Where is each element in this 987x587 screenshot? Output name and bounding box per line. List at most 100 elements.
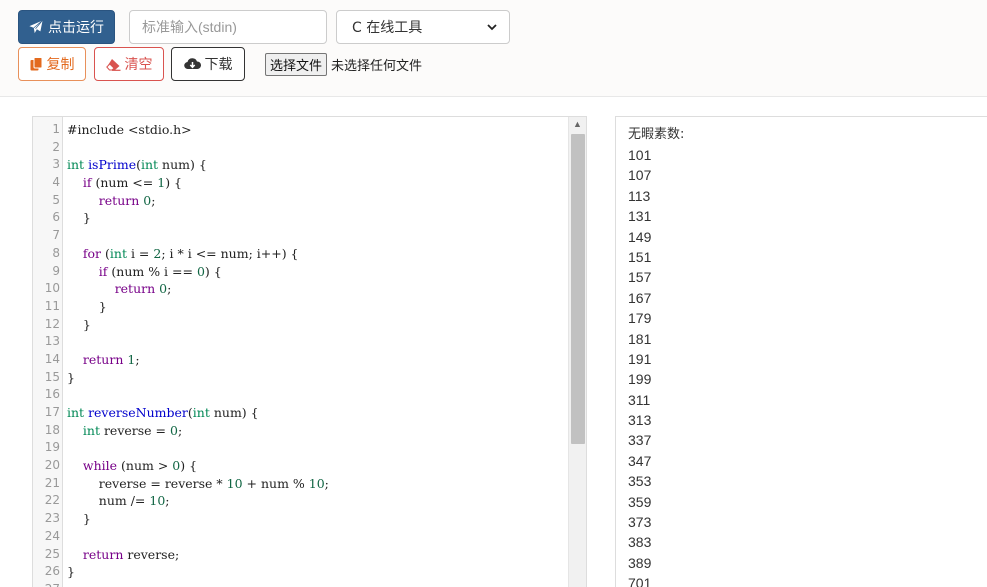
code-line: 15} [33, 369, 568, 387]
file-input: 选择文件 未选择任何文件 [265, 53, 422, 76]
code-line: 17 int reverseNumber(int num) { [33, 404, 568, 422]
code-text: #include <stdio.h> [67, 122, 192, 137]
output-line: 191 [628, 350, 652, 367]
output-line: 359 [628, 493, 652, 510]
code-line: 12 } [33, 316, 568, 334]
toolbar: 点击运行 C 在线工具 复制 清空 下载 选择文件 未选择任何文件 [0, 0, 987, 97]
output-panel: 无暇素数: 101 107 113 131 149 151 157 167 179 181 191 1… [615, 116, 987, 587]
code-line: 3 int isPrime(int num) { [33, 156, 568, 174]
output-line: 373 [628, 514, 652, 531]
code-text: if (num <= 1) { [82, 175, 182, 191]
line-number: 2 [52, 139, 60, 154]
clear-button-label: 清空 [124, 57, 153, 73]
code-text: } [67, 298, 107, 314]
line-number: 15 [44, 369, 60, 384]
code-text: return 0; [114, 281, 172, 297]
output-line: 179 [628, 310, 652, 327]
code-line: 23 } [33, 510, 568, 528]
line-number: 9 [52, 263, 60, 278]
copy-icon [30, 57, 42, 71]
line-number: 12 [44, 316, 60, 331]
clear-button[interactable]: 清空 [94, 47, 164, 81]
output-title: 无暇素数: [628, 127, 685, 142]
choose-file-button[interactable]: 选择文件 [265, 53, 328, 76]
code-line: 27 [33, 581, 568, 587]
output-line: 199 [628, 371, 652, 388]
language-select-value: C 在线工具 [352, 20, 423, 36]
file-status-text: 未选择任何文件 [331, 59, 423, 74]
language-select[interactable]: C 在线工具 [336, 10, 510, 44]
code-line: 21 reverse = reverse * 10 + num % 10; [33, 475, 568, 493]
code-text: reverse = reverse * 10 + num % 10; [67, 475, 329, 491]
output-line: 157 [628, 269, 652, 286]
output-lines: 101 107 113 131 149 151 157 167 179 181 191 199 311 3… [628, 145, 987, 587]
line-number: 18 [44, 422, 60, 437]
code-line: 1 #include <stdio.h> [33, 121, 568, 139]
output-line: 101 [628, 147, 652, 163]
line-number: 16 [44, 387, 60, 402]
code-line: 4 if (num <= 1) { [33, 174, 568, 192]
download-button[interactable]: 下载 [171, 47, 245, 81]
output-line: 347 [628, 452, 652, 469]
code-line: 10 return 0; [33, 280, 568, 298]
code-line: 19 [33, 439, 568, 457]
line-number: 8 [52, 245, 60, 260]
code-line: 5 return 0; [33, 192, 568, 210]
line-number: 22 [44, 493, 60, 508]
line-number: 20 [44, 458, 60, 473]
scrollbar-thumb[interactable] [571, 134, 585, 444]
output-line: 353 [628, 473, 652, 490]
code-line: 6 } [33, 209, 568, 227]
copy-button-label: 复制 [46, 57, 75, 73]
output-line: 131 [628, 208, 652, 225]
code-text: for (int i = 2; i * i <= num; i++) { [82, 245, 299, 261]
code-lines: 1 #include <stdio.h> 2 3 int isPrime(int num… [33, 121, 568, 587]
code-line: 26} [33, 563, 568, 581]
scroll-up-icon[interactable]: ▲ [573, 119, 582, 129]
line-number: 3 [52, 157, 60, 172]
download-button-label: 下载 [204, 57, 233, 73]
line-number: 14 [44, 351, 60, 366]
output-line: 149 [628, 228, 652, 245]
code-line: 14 return 1; [33, 351, 568, 369]
code-text: } [67, 511, 91, 527]
code-line: 20 while (num > 0) { [33, 457, 568, 475]
code-editor[interactable]: 1 #include <stdio.h> 2 3 int isPrime(int num… [32, 116, 587, 587]
line-number: 4 [52, 175, 60, 190]
output-line: 181 [628, 330, 652, 347]
editor-scrollbar[interactable]: ▲ [568, 117, 586, 587]
code-text: int isPrime(int num) { [67, 157, 207, 173]
line-number: 1 [52, 122, 60, 136]
code-text: int reverseNumber(int num) { [67, 405, 259, 420]
output-line: 337 [628, 432, 652, 449]
code-text: if (num % i == 0) { [98, 263, 222, 279]
run-button-label: 点击运行 [48, 20, 104, 36]
line-number: 25 [44, 546, 60, 561]
code-text: return 1; [82, 351, 140, 367]
line-number: 5 [52, 192, 60, 207]
code-text: } [67, 210, 91, 226]
line-number: 10 [44, 281, 60, 296]
line-number: 23 [44, 511, 60, 526]
code-line: 2 [33, 139, 568, 157]
stdin-input[interactable] [129, 10, 327, 44]
code-text: int reverse = 0; [82, 422, 183, 438]
code-text: } [67, 316, 91, 332]
line-number: 7 [52, 228, 60, 243]
line-number: 6 [52, 210, 60, 225]
copy-button[interactable]: 复制 [18, 47, 86, 81]
code-line: 7 [33, 227, 568, 245]
output-line: 107 [628, 167, 652, 184]
run-button[interactable]: 点击运行 [18, 10, 115, 44]
cloud-download-icon [183, 58, 201, 70]
code-text: return 0; [98, 192, 156, 208]
line-number: 13 [44, 334, 60, 349]
code-text: } [67, 564, 75, 580]
